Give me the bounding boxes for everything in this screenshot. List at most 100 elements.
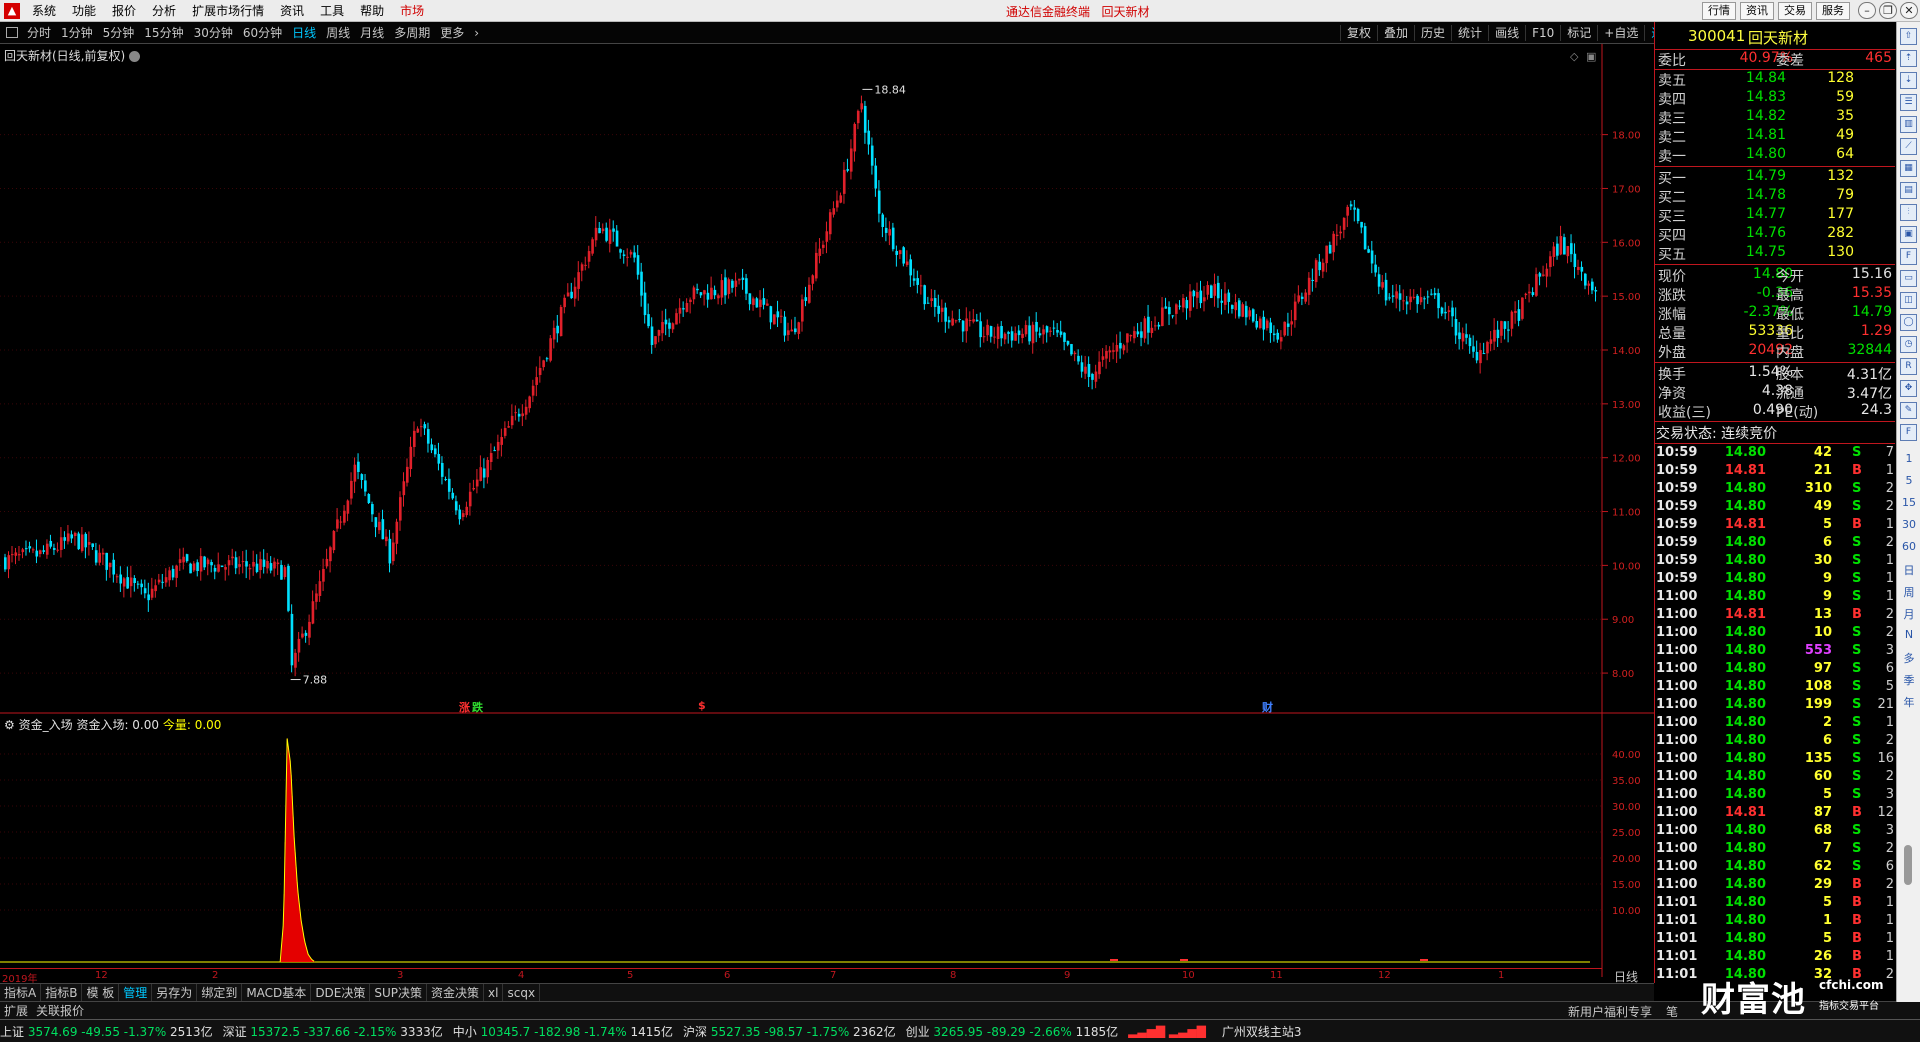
bid-row[interactable]: 买五 14.75 130	[1656, 244, 1894, 263]
pencil-icon[interactable]: ✎	[1900, 402, 1917, 419]
list-icon[interactable]: ☰	[1900, 94, 1917, 111]
tab-capital-decision[interactable]: 资金决策	[427, 983, 485, 1002]
side-scrollbar[interactable]	[1904, 845, 1912, 885]
bid-row[interactable]: 买四 14.76 282	[1656, 225, 1894, 244]
period-5min[interactable]: 5分钟	[98, 22, 140, 44]
clock-icon[interactable]: ◷	[1900, 336, 1917, 353]
event-marker[interactable]: 涨	[459, 699, 470, 715]
tab-indicator-a[interactable]: 指标A	[0, 983, 42, 1002]
period-daily[interactable]: 日线	[287, 22, 321, 44]
ask-row[interactable]: 卖二 14.81 49	[1656, 127, 1894, 146]
top-button-trade[interactable]: 交易	[1778, 2, 1812, 20]
tab-save-as[interactable]: 另存为	[152, 983, 198, 1002]
circle-icon[interactable]: ◯	[1900, 314, 1917, 331]
tool-history[interactable]: 历史	[1414, 25, 1451, 41]
bid-row[interactable]: 买三 14.77 177	[1656, 206, 1894, 225]
period-shortcut-8[interactable]: N	[1897, 628, 1920, 641]
index-0[interactable]: 上证 3574.69 -49.55 -1.37% 2513亿	[0, 1023, 213, 1040]
related-quote-button[interactable]: 关联报价	[32, 1002, 88, 1019]
period-60min[interactable]: 60分钟	[238, 22, 287, 44]
event-marker[interactable]: $	[698, 699, 706, 712]
grid-icon[interactable]: ▤	[1900, 182, 1917, 199]
line-chart-icon[interactable]: ⟋	[1900, 138, 1917, 155]
top-button-service[interactable]: 服务	[1816, 2, 1850, 20]
tab-manage[interactable]: 管理	[119, 983, 153, 1002]
period-multi[interactable]: 多周期	[389, 22, 435, 44]
period-shortcut-3[interactable]: 30	[1897, 518, 1920, 531]
tool-f10[interactable]: F10	[1525, 25, 1560, 41]
tool-overlay[interactable]: 叠加	[1377, 25, 1414, 41]
bar-chart-icon[interactable]: ▥	[1900, 116, 1917, 133]
menu-item-tools[interactable]: 工具	[312, 0, 352, 22]
tab-bind-to[interactable]: 绑定到	[197, 983, 243, 1002]
tab-macd[interactable]: MACD基本	[242, 983, 312, 1002]
tool-add-watchlist[interactable]: +自选	[1597, 25, 1644, 41]
menu-item-system[interactable]: 系统	[24, 0, 64, 22]
menu-item-ext-market[interactable]: 扩展市场行情	[184, 0, 272, 22]
download-icon[interactable]: ⇣	[1900, 72, 1917, 89]
restore-icon[interactable]: ❐	[1879, 2, 1897, 19]
fund-icon[interactable]: ◫	[1900, 292, 1917, 309]
indicator-gear-icon[interactable]: ⚙	[4, 718, 15, 732]
tool-restore-rights[interactable]: 复权	[1340, 25, 1377, 41]
period-shortcut-1[interactable]: 5	[1897, 474, 1920, 487]
document-icon[interactable]: ▭	[1900, 270, 1917, 287]
index-2[interactable]: 中小 10345.7 -182.98 -1.74% 1415亿	[453, 1023, 673, 1040]
event-marker[interactable]: 跌	[472, 699, 483, 715]
event-marker[interactable]: 财	[1262, 699, 1273, 715]
period-shortcut-4[interactable]: 60	[1897, 540, 1920, 553]
candle-icon[interactable]: ⫶	[1900, 204, 1917, 221]
menu-item-function[interactable]: 功能	[64, 0, 104, 22]
period-monthly[interactable]: 月线	[355, 22, 389, 44]
extension-button[interactable]: 扩展	[0, 1002, 32, 1019]
chevron-right-icon[interactable]: ›	[469, 22, 484, 44]
tool-mark[interactable]: 标记	[1560, 25, 1597, 41]
price-chart[interactable]: 18.00 17.00 16.00 15.00 14.00 13.00 12.00 11.00…	[0, 44, 1654, 714]
period-shortcut-0[interactable]: 1	[1897, 452, 1920, 465]
rsi-icon[interactable]: R	[1900, 358, 1917, 375]
tab-template[interactable]: 模 板	[82, 983, 120, 1002]
index-1[interactable]: 深证 15372.5 -337.66 -2.15% 3333亿	[223, 1023, 443, 1040]
ask-row[interactable]: 卖四 14.83 59	[1656, 89, 1894, 108]
top-button-info[interactable]: 资讯	[1740, 2, 1774, 20]
tool-statistics[interactable]: 统计	[1451, 25, 1488, 41]
period-intraday[interactable]: 分时	[22, 22, 56, 44]
period-shortcut-7[interactable]: 月	[1897, 606, 1920, 622]
new-user-promo[interactable]: 新用户福利专享	[1568, 1003, 1652, 1020]
portfolio-icon[interactable]: ▣	[1900, 226, 1917, 243]
capital-flow-chart[interactable]: 40.00 35.00 30.00 25.00 20.00 15.00 10.00	[0, 714, 1654, 977]
tab-indicator-b[interactable]: 指标B	[41, 983, 83, 1002]
ask-row[interactable]: 卖五 14.84 128	[1656, 70, 1894, 89]
upload-icon[interactable]: ⇡	[1900, 50, 1917, 67]
tab-sup[interactable]: SUP决策	[370, 983, 428, 1002]
period-shortcut-5[interactable]: 日	[1897, 562, 1920, 578]
server-name[interactable]: 广州双线主站3	[1222, 1023, 1302, 1040]
tab-dde[interactable]: DDE决策	[311, 983, 371, 1002]
period-shortcut-6[interactable]: 周	[1897, 584, 1920, 600]
f10-icon[interactable]: F	[1900, 248, 1917, 265]
bid-row[interactable]: 买一 14.79 132	[1656, 168, 1894, 187]
bid-row[interactable]: 买二 14.78 79	[1656, 187, 1894, 206]
move-icon[interactable]: ✥	[1900, 380, 1917, 397]
ask-row[interactable]: 卖一 14.80 64	[1656, 146, 1894, 165]
maximize-icon[interactable]: ▣	[1586, 50, 1596, 63]
period-shortcut-11[interactable]: 年	[1897, 694, 1920, 710]
settings-icon[interactable]	[129, 51, 141, 62]
calendar-icon[interactable]: ▦	[1900, 160, 1917, 177]
period-30min[interactable]: 30分钟	[189, 22, 238, 44]
menu-item-analysis[interactable]: 分析	[144, 0, 184, 22]
tool-draw-line[interactable]: 画线	[1488, 25, 1525, 41]
menu-item-market[interactable]: 市场	[392, 0, 432, 22]
period-15min[interactable]: 15分钟	[139, 22, 188, 44]
index-4[interactable]: 创业 3265.95 -89.29 -2.66% 1185亿	[906, 1023, 1119, 1040]
menu-item-quote[interactable]: 报价	[104, 0, 144, 22]
index-3[interactable]: 沪深 5527.35 -98.57 -1.75% 2362亿	[683, 1023, 896, 1040]
tab-scqx[interactable]: scqx	[503, 983, 541, 1002]
period-weekly[interactable]: 周线	[321, 22, 355, 44]
period-1min[interactable]: 1分钟	[56, 22, 98, 44]
period-shortcut-2[interactable]: 15	[1897, 496, 1920, 509]
up-arrow-icon[interactable]: ⇧	[1900, 28, 1917, 45]
period-shortcut-9[interactable]: 多	[1897, 650, 1920, 666]
menu-item-help[interactable]: 帮助	[352, 0, 392, 22]
top-button-quotes[interactable]: 行情	[1702, 2, 1736, 20]
